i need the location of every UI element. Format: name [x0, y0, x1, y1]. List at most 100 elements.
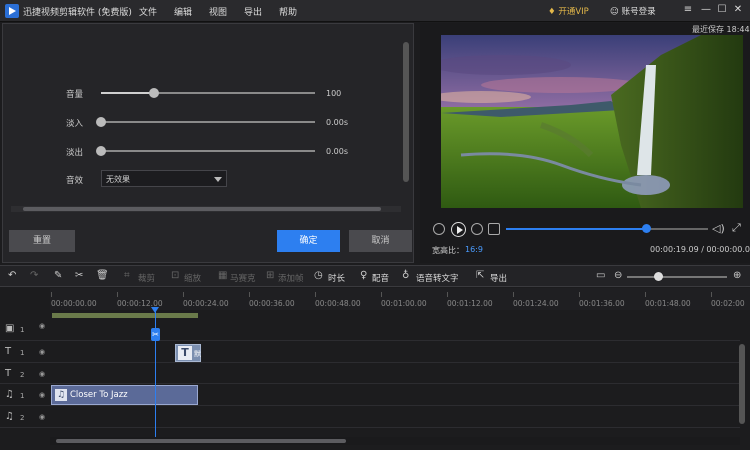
prev-frame-icon[interactable] — [433, 223, 445, 235]
edit-icon[interactable]: ✎ — [54, 271, 62, 281]
fullscreen-icon[interactable]: ⤢ — [732, 221, 741, 235]
vip-label: 开通VIP — [558, 7, 589, 17]
audio-properties-panel: 音量 100 淡入 0.00s 淡出 0.00s 音效 无效果 重置 确定 取消 — [2, 23, 414, 263]
last-saved-text: 最近保存 18:44 — [692, 25, 750, 34]
panel-vertical-scrollbar[interactable] — [403, 42, 409, 182]
redo-icon[interactable]: ↷ — [30, 271, 38, 281]
track-number: 1 — [20, 349, 25, 357]
waterfall-landscape-image — [441, 35, 743, 208]
menu-edit[interactable]: 编辑 — [174, 5, 192, 18]
crop-icon[interactable]: ⌗ — [124, 271, 130, 281]
next-frame-icon[interactable] — [471, 223, 483, 235]
ruler-tick-mark — [183, 292, 184, 297]
app-logo-icon — [5, 4, 19, 18]
speech-to-text-button[interactable]: 语音转文字 — [416, 272, 459, 284]
maximize-icon[interactable]: ☐ — [716, 4, 728, 16]
aspect-ratio-label: 宽高比： — [432, 246, 464, 255]
volume-icon[interactable]: ◁) — [712, 222, 725, 235]
music-track-2: ♫ 2 ◉ — [0, 406, 740, 428]
text-track-1: T 1 ◉ — [0, 341, 740, 363]
text-clip-icon: T — [178, 346, 192, 360]
ruler-tick-label: 00:01:12.00 — [447, 299, 493, 308]
export-button[interactable]: 导出 — [490, 272, 507, 284]
ruler-tick-label: 00:01:48.00 — [645, 299, 691, 308]
text-icon: T — [5, 368, 12, 379]
menu-icon[interactable]: ≡ — [682, 4, 694, 16]
zoom-icon[interactable]: ⊡ — [171, 271, 179, 281]
playhead-handle[interactable] — [151, 307, 159, 313]
fade-out-label: 淡出 — [66, 148, 84, 158]
timeline-vertical-scrollbar[interactable] — [739, 344, 745, 424]
track-number: 2 — [20, 371, 25, 379]
timeline-zoom-slider[interactable] — [627, 276, 727, 278]
diamond-icon: ♦ — [548, 7, 559, 17]
ruler-tick-label: 00:00:48.00 — [315, 299, 361, 308]
clock-icon[interactable]: ◷ — [314, 271, 323, 281]
fade-out-slider[interactable] — [101, 150, 315, 152]
fade-out-value: 0.00s — [326, 147, 348, 156]
mute-icon[interactable]: ◉ — [39, 413, 45, 421]
ruler-tick-mark — [381, 292, 382, 297]
stop-icon[interactable] — [488, 223, 500, 235]
text-clip[interactable]: T 默 — [175, 344, 201, 362]
ruler-tick-mark — [249, 292, 250, 297]
ruler-tick-mark — [711, 292, 712, 297]
scissors-icon[interactable]: ✂ — [75, 271, 83, 281]
playback-progress-knob[interactable] — [642, 224, 651, 233]
film-icon: ▣ — [5, 323, 15, 334]
minimize-icon[interactable]: — — [700, 4, 712, 16]
eye-icon[interactable]: ◉ — [39, 322, 45, 330]
speech-to-text-icon[interactable]: ♁ — [402, 271, 409, 281]
freeze-frame-icon[interactable]: ⊞ — [266, 271, 274, 281]
zoom-button[interactable]: 缩放 — [184, 272, 201, 284]
track-number: 1 — [20, 392, 25, 400]
vip-button[interactable]: ♦ 开通VIP — [548, 5, 589, 17]
ruler-tick-label: 00:01:00.00 — [381, 299, 427, 308]
effect-dropdown[interactable]: 无效果 — [101, 170, 227, 187]
panel-horizontal-scrollbar[interactable] — [23, 207, 381, 211]
freeze-frame-button[interactable]: 添加帧 — [278, 272, 304, 284]
split-scissors-icon[interactable]: ✂ — [151, 328, 160, 341]
menu-file[interactable]: 文件 — [139, 5, 157, 18]
fit-icon[interactable]: ▭ — [596, 271, 605, 281]
audio-clip[interactable]: ♫ Closer To Jazz — [51, 385, 198, 405]
volume-knob[interactable] — [149, 88, 159, 98]
close-icon[interactable]: ✕ — [732, 4, 744, 16]
eye-icon[interactable]: ◉ — [39, 370, 45, 378]
export-icon[interactable]: ⇱ — [476, 271, 484, 281]
reset-button[interactable]: 重置 — [9, 230, 75, 252]
crop-button[interactable]: 裁剪 — [138, 272, 155, 284]
dub-button[interactable]: 配音 — [372, 272, 389, 284]
app-title: 迅捷视频剪辑软件 (免费版) — [23, 8, 132, 18]
menu-view[interactable]: 视图 — [209, 5, 227, 18]
login-button[interactable]: ☺ 账号登录 — [610, 5, 656, 17]
play-button[interactable] — [451, 222, 466, 237]
zoom-out-icon[interactable]: ⊖ — [614, 271, 622, 281]
aspect-ratio-value[interactable]: 16:9 — [465, 245, 483, 254]
fade-in-knob[interactable] — [96, 117, 106, 127]
timeline-horizontal-scrollbar[interactable] — [56, 439, 346, 443]
ruler-tick-mark — [51, 292, 52, 297]
ruler-tick-mark — [315, 292, 316, 297]
video-preview-image — [441, 35, 743, 208]
mosaic-icon[interactable]: ▦ — [218, 271, 227, 281]
fade-out-knob[interactable] — [96, 146, 106, 156]
timeline-toolbar: ↶ ↷ ✎ ✂ 🗑 ⌗ 裁剪 ⊡ 缩放 ▦ 马赛克 ⊞ 添加帧 ◷ 时长 ♀ 配… — [0, 265, 750, 287]
mute-icon[interactable]: ◉ — [39, 391, 45, 399]
ok-button[interactable]: 确定 — [277, 230, 340, 252]
timeline-zoom-knob[interactable] — [654, 272, 663, 281]
delete-icon[interactable]: 🗑 — [96, 271, 109, 281]
undo-icon[interactable]: ↶ — [8, 271, 16, 281]
microphone-icon[interactable]: ♀ — [360, 271, 367, 281]
menu-export[interactable]: 导出 — [244, 5, 262, 18]
playback-time: 00:00:19.09 / 00:00:00.00 — [650, 245, 750, 254]
fade-in-slider[interactable] — [101, 121, 315, 123]
fade-in-label: 淡入 — [66, 119, 84, 129]
cancel-button[interactable]: 取消 — [349, 230, 412, 252]
menu-help[interactable]: 帮助 — [279, 5, 297, 18]
duration-button[interactable]: 时长 — [328, 272, 345, 284]
eye-icon[interactable]: ◉ — [39, 348, 45, 356]
zoom-in-icon[interactable]: ⊕ — [733, 271, 741, 281]
mosaic-button[interactable]: 马赛克 — [230, 272, 256, 284]
preview-panel: 最近保存 18:44 ◁) ⤢ 宽高比： 16:9 00:00:19.09 / … — [420, 23, 750, 263]
